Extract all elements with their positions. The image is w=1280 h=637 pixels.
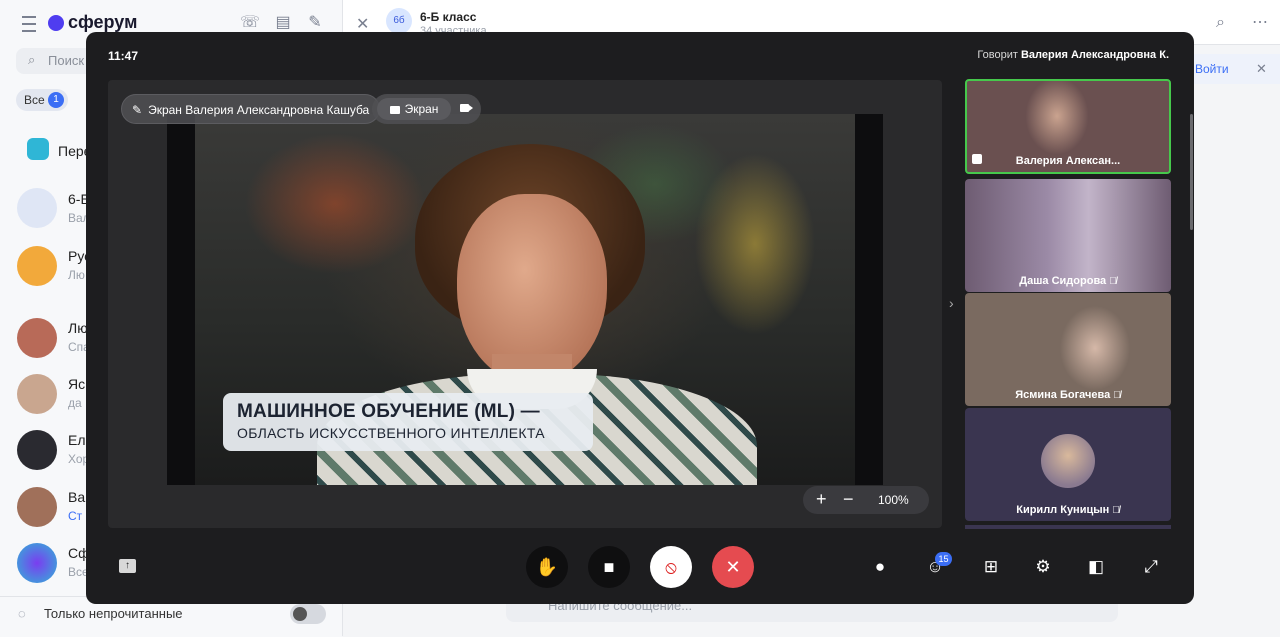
- zoom-in-button[interactable]: +: [816, 489, 827, 510]
- pin-icon: ✎: [132, 103, 143, 117]
- archive-icon[interactable]: ▤: [274, 14, 292, 32]
- camera-button[interactable]: ■: [588, 546, 630, 588]
- participants-count-badge: 15: [935, 552, 952, 566]
- avatar: [17, 374, 57, 414]
- raise-hand-button[interactable]: ✋: [526, 546, 568, 588]
- avatar: [1041, 434, 1095, 488]
- unread-icon: ◌: [18, 606, 26, 621]
- fullscreen-icon[interactable]: ⤢: [1140, 556, 1162, 578]
- share-screen-icon[interactable]: ↑: [119, 559, 136, 573]
- participant-name: Кирилл Куницын: [1016, 504, 1110, 516]
- participant-name-row: Даша Сидорова 🎙̸: [965, 275, 1171, 287]
- participant-tile-partial: [965, 525, 1171, 529]
- call-time: 11:47: [108, 49, 139, 63]
- avatar: [17, 318, 57, 358]
- camera-mode-icon[interactable]: [460, 104, 473, 112]
- search-icon[interactable]: ⌕: [1216, 14, 1225, 32]
- chat-item-name[interactable]: Ел: [68, 432, 86, 448]
- avatar: [17, 188, 57, 228]
- app-logo: сферум: [68, 12, 138, 32]
- speaking-indicator: Говорит Валерия Александровна К.: [977, 49, 1169, 61]
- filter-all-count: 1: [48, 92, 64, 108]
- camera-icon: ■: [603, 557, 615, 577]
- menu-icon[interactable]: [22, 16, 36, 32]
- chat-item-preview: да: [68, 396, 82, 410]
- mic-off-icon: 🎙̸: [1113, 390, 1121, 401]
- mic-off-icon: ⦸: [665, 557, 677, 577]
- participant-name-row: Кирилл Куницын 🎙̸: [965, 504, 1171, 516]
- mic-off-icon: 🎙̸: [1112, 505, 1120, 516]
- layout-icon[interactable]: ◧: [1085, 556, 1107, 578]
- chat-item-preview: Ст: [68, 509, 83, 523]
- mode-screen-label: Экран: [404, 102, 439, 116]
- caption-line-1: МАШИННОЕ ОБУЧЕНИЕ (ML) —: [237, 401, 540, 422]
- filter-all-label: Все: [24, 93, 45, 107]
- speaking-name: Валерия Александровна К.: [1020, 49, 1169, 61]
- chevron-right-icon[interactable]: ›: [949, 295, 954, 311]
- screen-icon: [389, 106, 400, 114]
- zoom-out-button[interactable]: −: [843, 489, 854, 510]
- screen-owner-label: Экран Валерия Александровна Кашуба: [148, 103, 370, 117]
- participant-name: Валерия Алексан...: [1015, 155, 1121, 167]
- participant-tile[interactable]: Даша Сидорова 🎙̸: [965, 179, 1171, 292]
- chat-title: 6-Б класс: [420, 10, 477, 24]
- login-button[interactable]: Войти: [1195, 62, 1229, 76]
- avatar: [17, 543, 57, 583]
- zoom-level: 100%: [878, 493, 909, 507]
- more-icon[interactable]: ⋯: [1252, 12, 1268, 32]
- gear-icon[interactable]: ⚙: [1032, 556, 1054, 578]
- close-icon[interactable]: ✕: [1256, 61, 1267, 77]
- folder-icon: [27, 138, 49, 160]
- group-avatar: 6б: [386, 8, 412, 34]
- end-call-button[interactable]: ✕: [712, 546, 754, 588]
- screen-owner-pill[interactable]: ✎ Экран Валерия Александровна Кашуба: [121, 94, 381, 124]
- participant-name: Ясмина Богачева: [1015, 389, 1111, 401]
- mode-screen-button[interactable]: Экран: [377, 98, 451, 120]
- search-icon: ⌕: [28, 52, 36, 67]
- compose-icon[interactable]: ✎: [306, 14, 324, 32]
- participant-name-row: Ясмина Богачева 🎙̸: [965, 389, 1171, 401]
- speaking-prefix: Говорит: [977, 49, 1018, 61]
- avatar: [17, 246, 57, 286]
- participant-tile[interactable]: Валерия Алексан...: [965, 79, 1171, 174]
- unread-only-toggle[interactable]: [290, 604, 326, 624]
- mic-off-icon: 🎙̸: [1109, 276, 1117, 287]
- chat-item-name[interactable]: Ва: [68, 489, 85, 505]
- hand-icon: ✋: [535, 557, 559, 577]
- participant-tile[interactable]: Ясмина Богачева 🎙̸: [965, 293, 1171, 406]
- close-icon[interactable]: ✕: [356, 14, 369, 34]
- participant-name: Даша Сидорова: [1019, 275, 1107, 287]
- shared-screen-video: МАШИННОЕ ОБУЧЕНИЕ (ML) — ОБЛАСТЬ ИСКУССТ…: [167, 114, 883, 485]
- chat-icon[interactable]: ●: [869, 556, 891, 578]
- grid-icon[interactable]: ⊞: [980, 556, 1002, 578]
- new-call-icon[interactable]: ☏: [240, 14, 260, 32]
- chat-item-preview: Лю: [68, 268, 85, 282]
- avatar: [17, 430, 57, 470]
- logo-icon: [48, 15, 64, 31]
- search-placeholder: Поиск: [48, 53, 85, 68]
- unread-only-label: Только непрочитанные: [44, 606, 183, 621]
- caption-line-2: ОБЛАСТЬ ИСКУССТВЕННОГО ИНТЕЛЛЕКТА: [237, 425, 545, 441]
- participants-scrollbar[interactable]: [1190, 114, 1193, 230]
- chat-item-name[interactable]: Лю: [68, 320, 88, 336]
- close-icon: ✕: [725, 557, 741, 577]
- chat-item-name[interactable]: Яс: [68, 376, 85, 392]
- microphone-button[interactable]: ⦸: [650, 546, 692, 588]
- avatar: [17, 487, 57, 527]
- screen-share-icon: [972, 154, 982, 164]
